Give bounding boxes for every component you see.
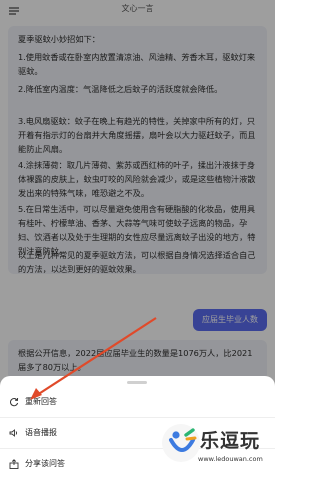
smile-logo-icon xyxy=(169,428,197,452)
watermark-title: 乐逗玩 xyxy=(200,430,261,452)
annotation-arrow xyxy=(30,317,157,400)
watermark-url: www.ledouwan.com xyxy=(198,455,263,463)
watermark-logo: 乐逗玩 www.ledouwan.com xyxy=(160,418,272,476)
